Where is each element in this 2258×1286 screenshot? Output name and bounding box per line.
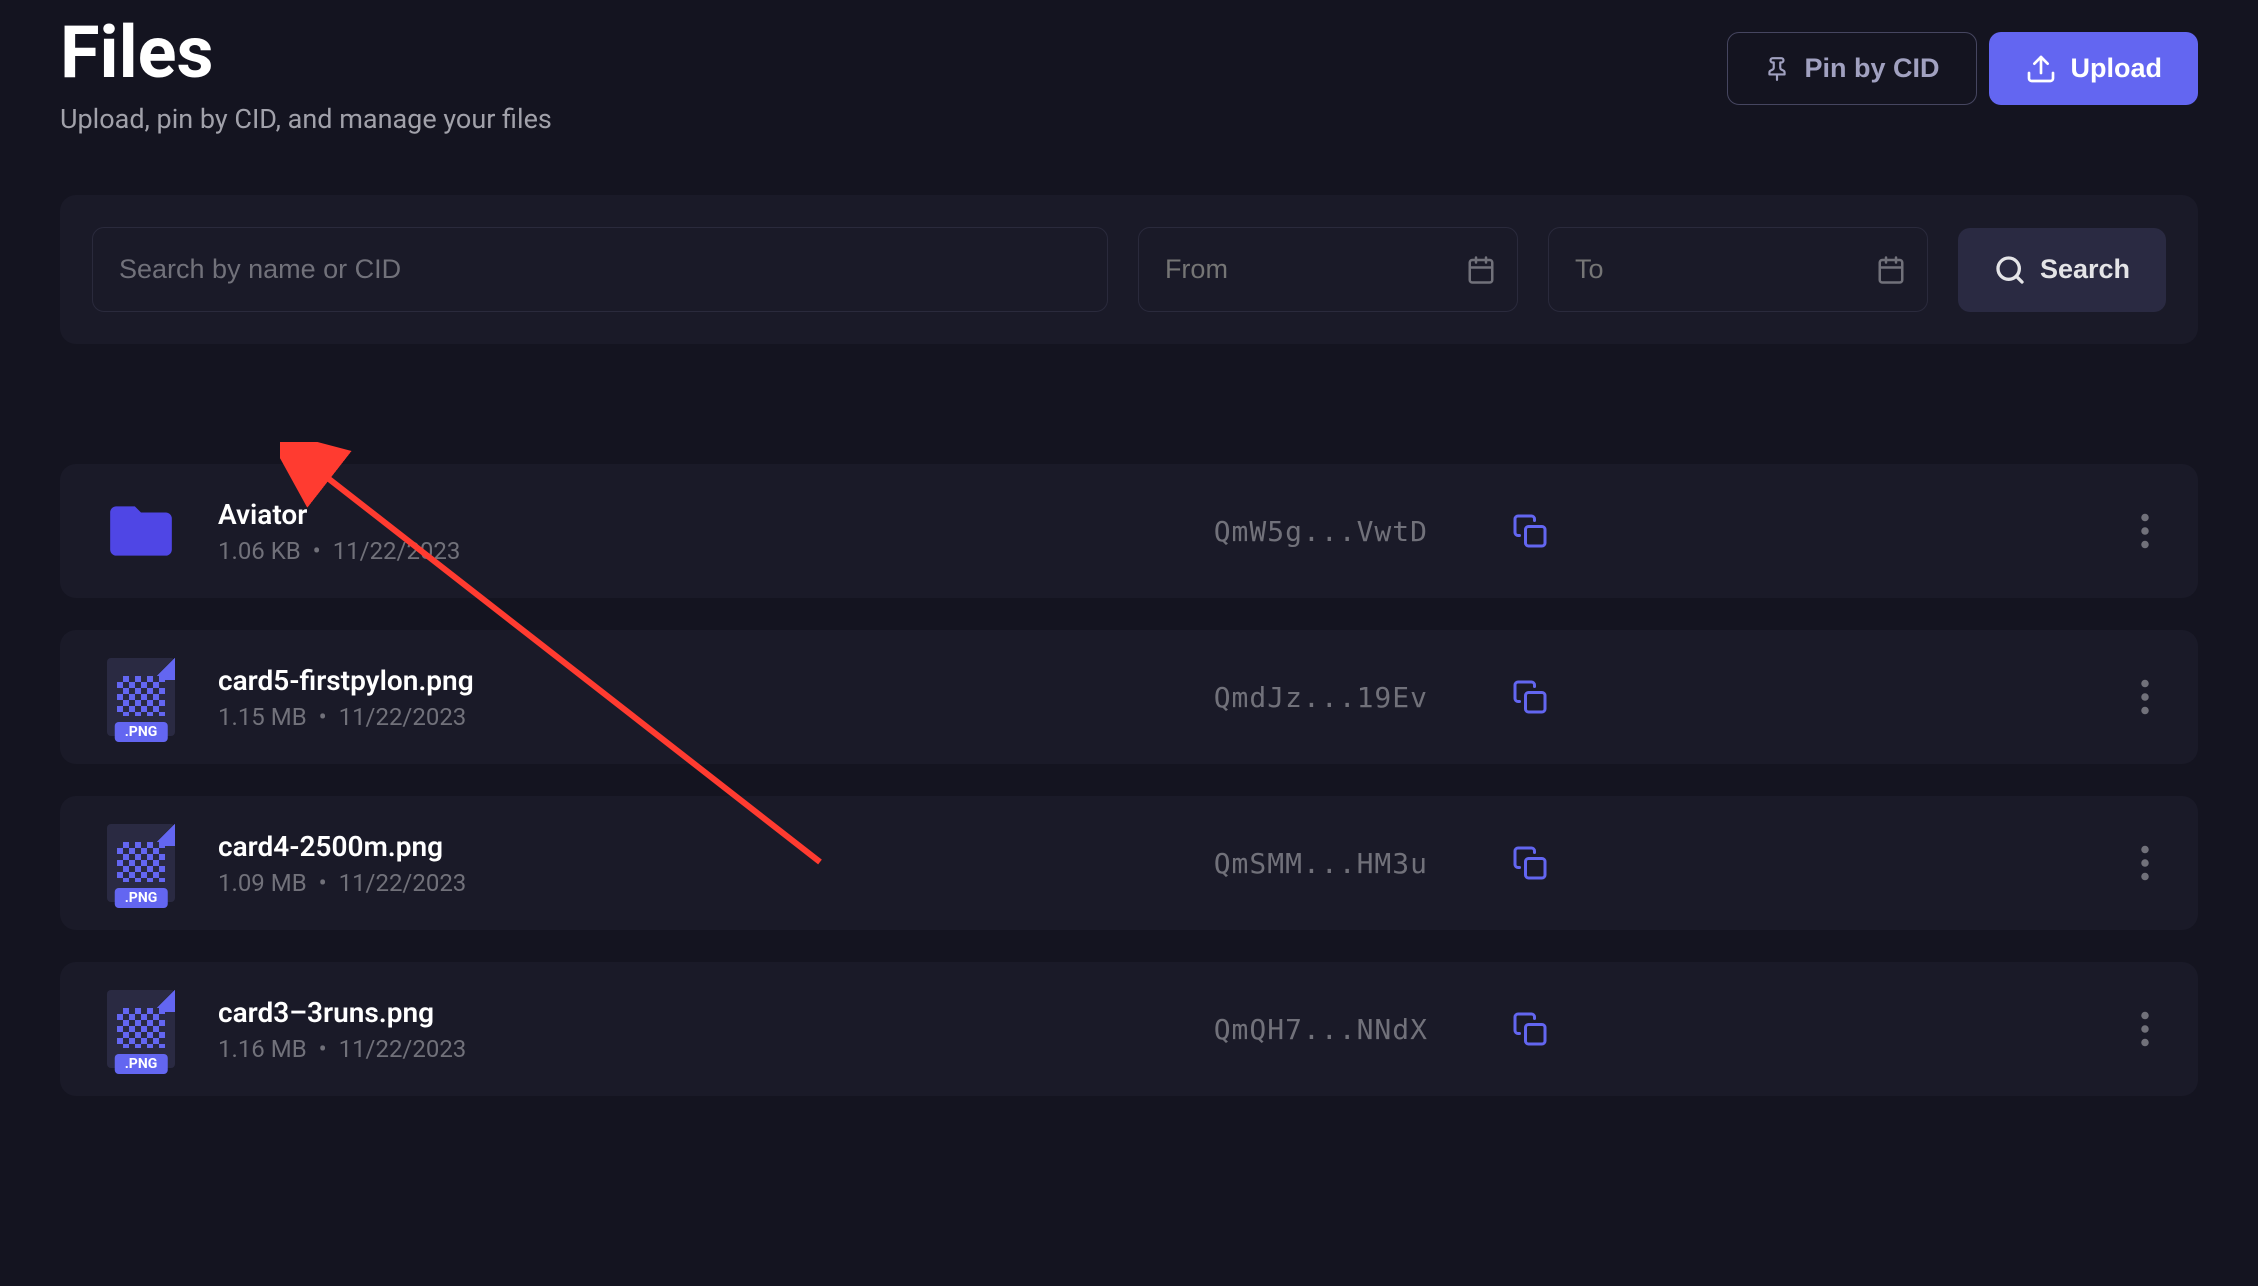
file-name: card3–3runs.png	[218, 996, 1132, 1029]
copy-cid-button[interactable]	[1504, 671, 1556, 723]
file-cid: QmSMM...HM3u	[1168, 847, 1428, 880]
upload-label: Upload	[2071, 53, 2163, 84]
search-bar: Search	[60, 195, 2198, 344]
file-icon: .PNG	[100, 824, 182, 902]
ext-badge: .PNG	[115, 722, 168, 742]
file-row[interactable]: Aviator 1.06 KB • 11/22/2023 QmW5g...Vwt…	[60, 464, 2198, 598]
page-title: Files	[60, 10, 552, 95]
file-cid: QmW5g...VwtD	[1168, 515, 1428, 548]
page-subtitle: Upload, pin by CID, and manage your file…	[60, 103, 552, 135]
file-name: card4-2500m.png	[218, 830, 1132, 863]
file-name: card5-firstpylon.png	[218, 664, 1132, 697]
search-button-label: Search	[2040, 254, 2130, 285]
file-meta: 1.15 MB • 11/22/2023	[218, 703, 1132, 731]
upload-button[interactable]: Upload	[1989, 32, 2199, 105]
copy-cid-button[interactable]	[1504, 505, 1556, 557]
search-button[interactable]: Search	[1958, 228, 2166, 312]
more-actions-button[interactable]	[2132, 1003, 2158, 1055]
pin-by-cid-button[interactable]: Pin by CID	[1727, 32, 1976, 105]
file-meta: 1.09 MB • 11/22/2023	[218, 869, 1132, 897]
file-meta: 1.16 MB • 11/22/2023	[218, 1035, 1132, 1063]
copy-cid-button[interactable]	[1504, 837, 1556, 889]
search-icon	[1994, 254, 2026, 286]
pin-icon	[1764, 54, 1790, 84]
pin-by-cid-label: Pin by CID	[1804, 53, 1939, 84]
file-name: Aviator	[218, 498, 1132, 531]
more-actions-button[interactable]	[2132, 671, 2158, 723]
ext-badge: .PNG	[115, 1054, 168, 1074]
more-actions-button[interactable]	[2132, 505, 2158, 557]
file-cid: QmdJz...19Ev	[1168, 681, 1428, 714]
file-list: Aviator 1.06 KB • 11/22/2023 QmW5g...Vwt…	[60, 464, 2198, 1096]
ext-badge: .PNG	[115, 888, 168, 908]
folder-icon	[100, 492, 182, 570]
file-row[interactable]: .PNG card5-firstpylon.png 1.15 MB • 11/2…	[60, 630, 2198, 764]
upload-icon	[2025, 53, 2057, 85]
more-actions-button[interactable]	[2132, 837, 2158, 889]
date-to-input[interactable]	[1548, 227, 1928, 312]
date-from-input[interactable]	[1138, 227, 1518, 312]
file-meta: 1.06 KB • 11/22/2023	[218, 537, 1132, 565]
search-input[interactable]	[92, 227, 1108, 312]
file-row[interactable]: .PNG card4-2500m.png 1.09 MB • 11/22/202…	[60, 796, 2198, 930]
file-cid: QmQH7...NNdX	[1168, 1013, 1428, 1046]
file-icon: .PNG	[100, 658, 182, 736]
file-icon: .PNG	[100, 990, 182, 1068]
copy-cid-button[interactable]	[1504, 1003, 1556, 1055]
file-row[interactable]: .PNG card3–3runs.png 1.16 MB • 11/22/202…	[60, 962, 2198, 1096]
